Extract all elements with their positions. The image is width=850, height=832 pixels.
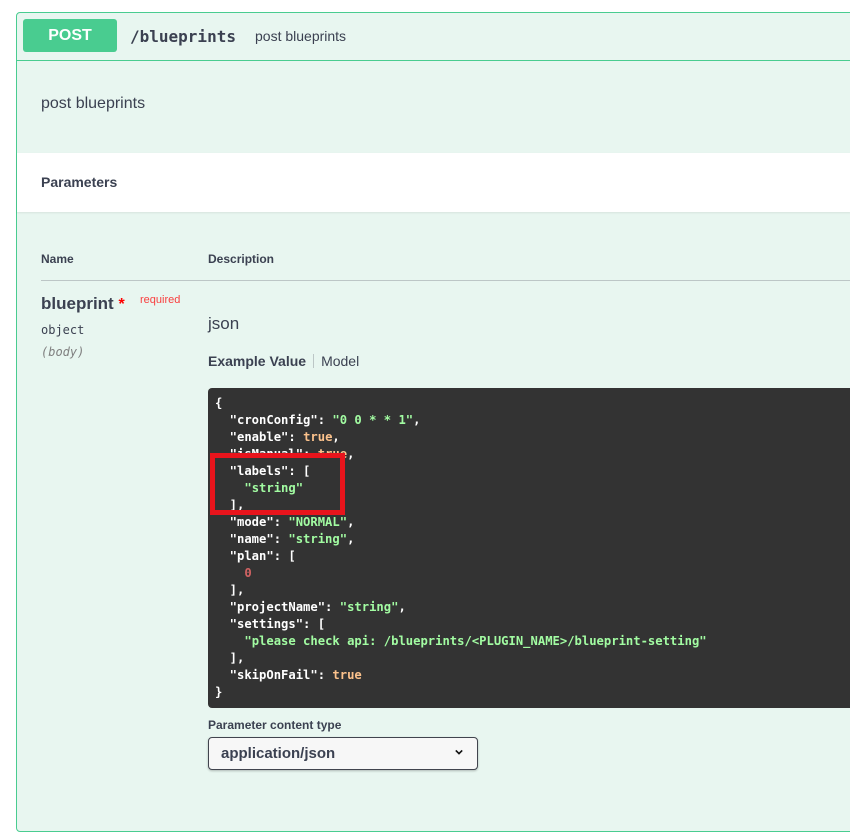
operation-summary-text: post blueprints: [255, 28, 347, 44]
operation-path[interactable]: /blueprints: [130, 27, 236, 46]
code-line: 0: [244, 566, 252, 580]
code-line: "plan": [: [215, 549, 296, 563]
tab-model[interactable]: Model: [321, 353, 359, 369]
parameters-header: Parameters: [17, 153, 850, 212]
header-divider: [41, 280, 850, 281]
labels-highlight-box: [210, 453, 345, 515]
code-line: ],: [215, 583, 245, 597]
code-line: "projectName": "string",: [215, 600, 406, 614]
example-tabs: Example Value Model: [208, 353, 359, 369]
operation-block-post-blueprints: POST /blueprints post blueprints post bl…: [16, 12, 850, 832]
operation-summary[interactable]: POST /blueprints post blueprints: [17, 13, 850, 61]
parameter-name: blueprint *: [41, 294, 125, 314]
code-line: "name": "string",: [215, 532, 355, 546]
code-line: }: [215, 685, 223, 699]
column-header-name: Name: [41, 252, 74, 266]
code-line: "enable": true,: [215, 430, 340, 444]
tab-example-value[interactable]: Example Value: [208, 353, 306, 369]
parameter-description: json: [208, 314, 240, 333]
code-line: "cronConfig": "0 0 * * 1",: [215, 413, 421, 427]
parameters-title: Parameters: [41, 174, 118, 190]
code-line: {: [215, 396, 223, 410]
code-line: ],: [215, 651, 245, 665]
operation-description: post blueprints: [41, 95, 146, 112]
required-star: *: [118, 296, 125, 313]
required-label: required: [140, 294, 181, 306]
example-json: { "cronConfig": "0 0 * * 1", "enable": t…: [215, 395, 850, 701]
column-header-description: Description: [208, 252, 275, 266]
content-type-select[interactable]: application/json: [208, 737, 478, 770]
content-type-label: Parameter content type: [208, 718, 342, 732]
example-value-code[interactable]: { "cronConfig": "0 0 * * 1", "enable": t…: [208, 388, 850, 708]
tab-separator: [313, 354, 315, 368]
code-line: "please check api: /blueprints/<PLUGIN_N…: [244, 634, 707, 648]
code-line: "settings": [: [215, 617, 326, 631]
parameter-type: object: [41, 323, 85, 337]
content-type-value: application/json: [221, 745, 336, 762]
method-badge[interactable]: POST: [23, 19, 117, 52]
code-line: "mode": "NORMAL",: [215, 515, 355, 529]
parameter-location: (body): [41, 345, 85, 359]
parameter-name-text: blueprint: [41, 294, 114, 313]
code-line: "skipOnFail": true: [215, 668, 362, 682]
chevron-down-icon: [455, 749, 463, 755]
